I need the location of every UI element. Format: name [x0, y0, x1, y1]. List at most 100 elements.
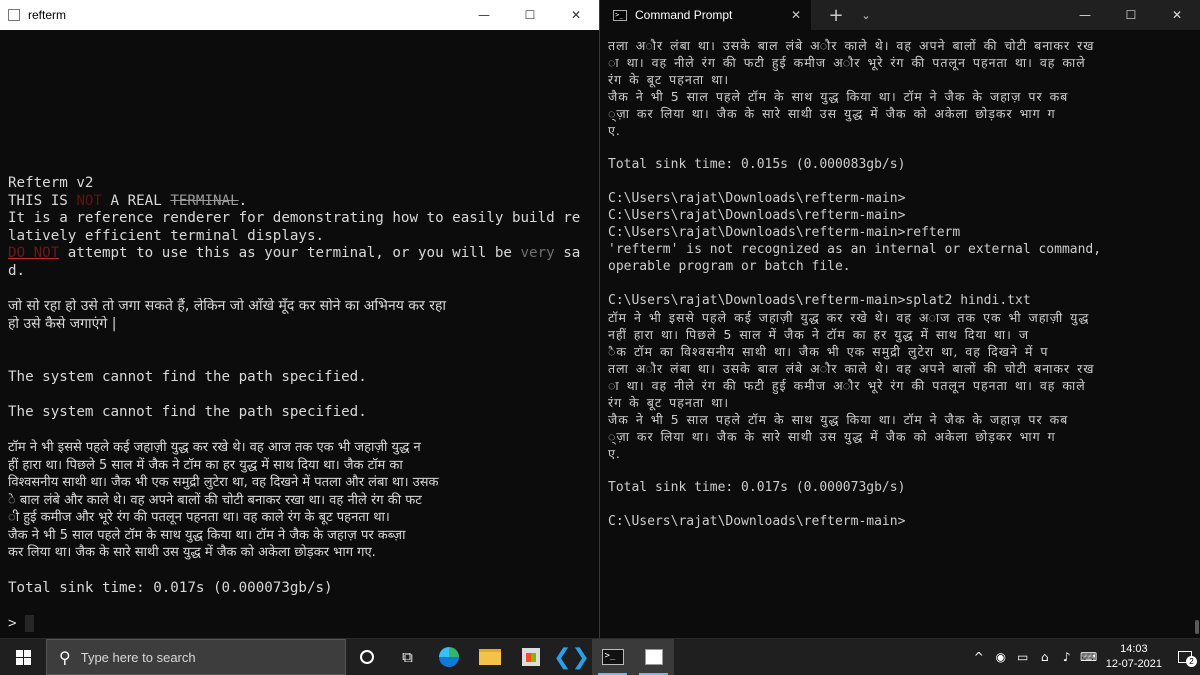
- story-line: ी हुई कमीज और भूरे रंग की पतलून पहनता था…: [8, 510, 390, 526]
- story-line: हीं हारा था। पिछले 5 साल में जैक ने टॉम …: [8, 457, 403, 473]
- taskbar-search-box[interactable]: ⚲ Type here to search: [46, 639, 346, 675]
- not-text: NOT: [76, 192, 102, 209]
- close-button[interactable]: ✕: [553, 0, 599, 30]
- prompt-line[interactable]: >: [8, 614, 599, 633]
- refterm-icon: [644, 649, 663, 665]
- windows-logo-icon: [15, 649, 31, 665]
- refterm-app-icon: [8, 9, 20, 21]
- prompt-line[interactable]: C:\Users\rajat\Downloads\refterm-main>: [608, 513, 1200, 530]
- search-placeholder: Type here to search: [80, 649, 196, 665]
- refterm-window[interactable]: refterm — ☐ ✕ Refterm v2 THIS IS NOT A R…: [0, 0, 600, 638]
- output-line: जैक ने भी 5 साल पहले टॉम के साथ युद्ध कि…: [608, 89, 1069, 104]
- output-line: ्ज़ा कर लिया था। जैक के सारे साथी उस युद…: [608, 429, 1056, 444]
- cortana-button[interactable]: [346, 639, 387, 675]
- task-view-icon: ⧉: [402, 648, 413, 666]
- scrollbar[interactable]: [1192, 30, 1200, 638]
- taskbar-terminal[interactable]: >_: [592, 639, 633, 675]
- taskbar: ⚲ Type here to search ⧉ ❮❯ >_ ^ ◉ ▭ ⌂ ♪ …: [0, 638, 1200, 675]
- taskbar-refterm[interactable]: [633, 639, 674, 675]
- dot-text: .: [238, 192, 248, 209]
- prompt-symbol: >: [8, 615, 17, 632]
- output-line: नहीं हारा था। पिछले 5 साल में जैक ने टॉम…: [608, 327, 1030, 342]
- refterm-caption-buttons: — ☐ ✕: [461, 0, 599, 30]
- network-icon[interactable]: ⌂: [1034, 650, 1056, 664]
- clock-date: 12-07-2021: [1105, 658, 1162, 670]
- vscode-icon: ❮❯: [553, 644, 590, 670]
- text-cursor: [24, 614, 34, 632]
- very-text: very: [520, 245, 555, 262]
- prompt-line: C:\Users\rajat\Downloads\refterm-main>re…: [608, 225, 961, 240]
- cmd-titlebar[interactable]: >_ Command Prompt ✕ + ⌄ — ☐ ✕: [601, 0, 1200, 30]
- cmd-caption-buttons: — ☐ ✕: [1062, 0, 1200, 30]
- story-line: विश्वसनीय साथी था। जैक भी एक समुद्री लुट…: [8, 475, 439, 491]
- error-line: 'refterm' is not recognized as an intern…: [608, 242, 1102, 257]
- minimize-button[interactable]: —: [1062, 0, 1108, 30]
- taskbar-edge[interactable]: [428, 639, 469, 675]
- language-icon[interactable]: ⌨: [1078, 650, 1100, 664]
- sa-text: sa: [554, 245, 581, 262]
- error-line-1: The system cannot find the path specifie…: [8, 368, 367, 385]
- sink-time-line: Total sink time: 0.017s (0.000073gb/s): [8, 579, 333, 596]
- output-line: तला अौर लंबा था। उसके बाल लंबे अौर काले …: [608, 361, 1095, 376]
- output-line: ्ज़ा कर लिया था। जैक के सारे साथी उस युद…: [608, 106, 1056, 121]
- warning-line-end: d.: [8, 262, 26, 279]
- task-view-button[interactable]: ⧉: [387, 639, 428, 675]
- refterm-title: refterm: [28, 8, 67, 22]
- edge-icon: [438, 647, 459, 667]
- meet-now-icon[interactable]: ◉: [990, 650, 1012, 664]
- maximize-button[interactable]: ☐: [1108, 0, 1154, 30]
- output-line: रंग के बूट पहनता था।: [608, 395, 730, 410]
- command-prompt-icon: >_: [613, 9, 627, 21]
- chevron-down-icon[interactable]: ⌄: [851, 9, 881, 22]
- maximize-button[interactable]: ☐: [507, 0, 553, 30]
- start-button[interactable]: [0, 639, 46, 675]
- output-line: ए.: [608, 123, 621, 138]
- tab-close-icon[interactable]: ✕: [791, 8, 801, 22]
- story-line: े बाल लंबे और काले थे। वह अपने बालों की …: [8, 492, 422, 508]
- prompt-line: C:\Users\rajat\Downloads\refterm-main>sp…: [608, 293, 1031, 308]
- taskbar-vscode[interactable]: ❮❯: [551, 639, 592, 675]
- folder-icon: [478, 649, 501, 665]
- taskbar-file-explorer[interactable]: [469, 639, 510, 675]
- minimize-button[interactable]: —: [461, 0, 507, 30]
- error-line-2: The system cannot find the path specifie…: [8, 403, 367, 420]
- new-tab-button[interactable]: +: [821, 5, 851, 26]
- refterm-terminal-output[interactable]: Refterm v2 THIS IS NOT A REAL TERMINAL. …: [0, 30, 599, 638]
- version-line: Refterm v2: [8, 175, 94, 191]
- clock-time: 14:03: [1120, 643, 1148, 655]
- taskbar-store[interactable]: [510, 639, 551, 675]
- notification-center-button[interactable]: 2: [1170, 639, 1200, 675]
- chevron-up-icon[interactable]: ^: [968, 650, 990, 664]
- output-line: रंग के बूट पहनता था।: [608, 72, 730, 87]
- output-line: ा था। वह नीले रंग की फटी हुई कमीज अौर भू…: [608, 55, 1086, 70]
- close-button[interactable]: ✕: [1154, 0, 1200, 30]
- output-line: जैक ने भी 5 साल पहले टॉम के साथ युद्ध कि…: [608, 412, 1069, 427]
- not-real-terminal-line: THIS IS NOT A REAL TERMINAL.: [8, 193, 599, 211]
- cmd-terminal-output[interactable]: तला अौर लंबा था। उसके बाल लंबे अौर काले …: [601, 30, 1200, 638]
- prompt-line: C:\Users\rajat\Downloads\refterm-main>: [608, 191, 906, 206]
- cortana-icon: [359, 650, 374, 664]
- prompt-line: C:\Users\rajat\Downloads\refterm-main>: [608, 208, 906, 223]
- error-line: operable program or batch file.: [608, 259, 851, 274]
- do-not-text: DO NOT: [8, 245, 60, 262]
- refterm-titlebar[interactable]: refterm — ☐ ✕: [0, 0, 599, 30]
- story-line: जैक ने भी 5 साल पहले टॉम के साथ युद्ध कि…: [8, 527, 406, 543]
- speaker-icon[interactable]: ♪: [1056, 650, 1078, 664]
- clock[interactable]: 14:03 12-07-2021: [1106, 642, 1162, 672]
- scrollbar-thumb[interactable]: [1195, 620, 1199, 634]
- tab-command-prompt[interactable]: >_ Command Prompt ✕: [601, 0, 811, 30]
- store-icon: [521, 648, 540, 666]
- a-real-text: A REAL: [101, 192, 171, 209]
- output-line: ा था। वह नीले रंग की फटी हुई कमीज अौर भू…: [608, 378, 1086, 393]
- attempt-text: attempt to use this as your terminal, or…: [59, 245, 521, 262]
- command-prompt-window[interactable]: >_ Command Prompt ✕ + ⌄ — ☐ ✕ तला अौर लं…: [601, 0, 1200, 638]
- sink-time-line: Total sink time: 0.017s (0.000073gb/s): [608, 480, 906, 495]
- battery-icon[interactable]: ▭: [1012, 650, 1034, 664]
